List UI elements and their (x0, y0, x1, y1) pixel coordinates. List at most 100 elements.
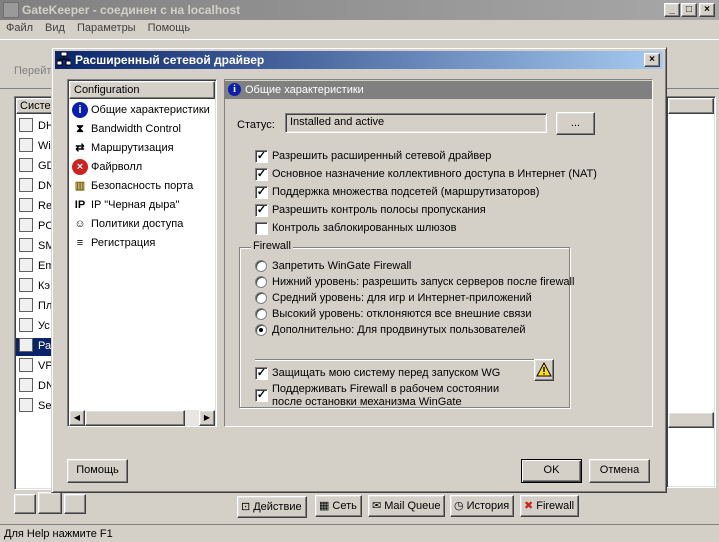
ok-button-label: OK (543, 464, 560, 476)
nav-item-label: Файрволл (91, 160, 143, 173)
bottom-tab-label: Действие (253, 501, 302, 513)
left-list-item[interactable]: Em (16, 258, 56, 276)
bottom-tab-label: История (466, 500, 510, 512)
status-label: Статус: (237, 119, 275, 131)
bottom-tab-label: Сеть (332, 500, 357, 512)
config-nav-list: i Общие характеристики ⧗ Bandwidth Control ⇄… (68, 102, 214, 402)
nav-item-label: Политики доступа (91, 217, 184, 230)
bottom-tab[interactable]: ◷ История (450, 495, 515, 517)
left-list-item[interactable]: DH (16, 118, 56, 136)
protect-label: Защищать мою систему перед запуском WG (272, 367, 501, 379)
left-list-item[interactable]: DN (16, 378, 56, 396)
firewall-level-radio[interactable] (255, 292, 267, 304)
cancel-button[interactable]: Отмена (589, 459, 650, 483)
right-panel-header-2 (668, 412, 714, 428)
nav-item[interactable]: ≡ Регистрация (72, 235, 155, 253)
service-icon (19, 238, 33, 252)
left-list-item[interactable]: Se (16, 398, 56, 416)
bottom-tab[interactable]: ✖ Firewall (520, 495, 580, 517)
left-list-item[interactable]: SM (16, 238, 56, 256)
menu-help[interactable]: Помощь (142, 20, 197, 36)
warning-button[interactable] (534, 359, 554, 381)
menu-file[interactable]: Файл (0, 20, 39, 36)
menu-view[interactable]: Вид (39, 20, 71, 36)
option-checkbox[interactable]: ✓ (255, 186, 268, 199)
nav-item-label: Общие характеристики (91, 103, 210, 116)
mail-icon: ✉ (372, 500, 382, 512)
nav-item[interactable]: IP IP "Черная дыра" (72, 197, 180, 215)
nav-item[interactable]: ▥ Безопасность порта (72, 178, 193, 196)
left-list-item[interactable]: Пл (16, 298, 56, 316)
nav-item[interactable]: ⧗ Bandwidth Control (72, 121, 181, 139)
left-list-item[interactable]: DN (16, 178, 56, 196)
left-list-item[interactable]: PO (16, 218, 56, 236)
option-checkbox[interactable]: ✓ (255, 150, 268, 163)
bottom-tab[interactable]: ✉ Mail Queue (368, 495, 446, 517)
dialog-title: Расширенный сетевой драйвер (75, 53, 265, 67)
service-icon (19, 358, 33, 372)
firewall-level-radio[interactable] (255, 276, 267, 288)
service-icon (19, 178, 33, 192)
left-list-item[interactable]: Re (16, 198, 56, 216)
network-driver-dialog: Расширенный сетевой драйвер × Configurat… (51, 47, 667, 493)
scroll-left-button[interactable]: ◀ (69, 410, 85, 426)
nav-item[interactable]: ⇄ Маршрутизация (72, 140, 173, 158)
protect-checkbox[interactable]: ✓ (255, 367, 268, 380)
scroll-thumb[interactable] (85, 410, 185, 426)
service-icon (19, 318, 33, 332)
scroll-right-button[interactable]: ▶ (199, 410, 215, 426)
bottom-tab-label: Firewall (536, 500, 575, 512)
minimize-button[interactable]: _ (664, 3, 680, 17)
right-panel-header (668, 98, 714, 114)
option-checkbox[interactable] (255, 222, 268, 235)
firewall-level-radio[interactable] (255, 308, 267, 320)
firewall-level-label: Средний уровень: для игр и Интернет-прил… (272, 292, 532, 304)
section-title: Общие характеристики (245, 84, 364, 96)
nav-scrollbar[interactable]: ◀ ▶ (69, 410, 215, 426)
menu-options[interactable]: Параметры (71, 20, 142, 36)
window-title: GateKeeper - соединен с на localhost (22, 3, 241, 17)
bottom-tab[interactable]: ▦ Сеть (315, 495, 362, 517)
log-icon: ≡ (72, 235, 88, 251)
left-panel-header: Систем (16, 98, 56, 114)
left-tab-1[interactable] (14, 494, 36, 514)
status-details-button[interactable]: ... (556, 112, 595, 135)
left-tab-2[interactable] (38, 492, 62, 514)
bottom-tab[interactable]: ⊡ Действие (237, 496, 307, 518)
firewall-divider (255, 359, 535, 361)
maximize-button[interactable]: □ (681, 3, 697, 17)
ok-button[interactable]: OK (521, 459, 582, 483)
left-list-item[interactable]: VP (16, 358, 56, 376)
nav-item[interactable]: ☺ Политики доступа (72, 216, 183, 234)
network-icon: ▦ (319, 500, 330, 512)
firewall-level-label: Высокий уровень: отклоняются все внешние… (272, 308, 532, 320)
info-icon: i (72, 102, 88, 118)
left-list-item[interactable]: GD (16, 158, 56, 176)
dialog-title-bar: Расширенный сетевой драйвер (55, 51, 663, 69)
settings-panel: Общие характеристики i Статус: Installed… (224, 79, 653, 427)
close-button[interactable]: × (699, 3, 715, 17)
nav-item[interactable]: × Файрволл (72, 159, 142, 177)
left-tab-3[interactable] (64, 494, 86, 514)
firewall-level-label: Нижний уровень: разрешить запуск серверо… (272, 276, 575, 288)
firewall-level-radio[interactable] (255, 260, 267, 272)
protect-checkmark: ✓ (256, 367, 267, 379)
option-checkbox[interactable]: ✓ (255, 168, 268, 181)
left-list-item-label: Wi (38, 140, 51, 152)
nav-item[interactable]: i Общие характеристики (72, 102, 210, 120)
bandwidth-icon: ⧗ (76, 123, 84, 135)
left-list-item[interactable]: Ра (16, 338, 56, 356)
help-button[interactable]: Помощь (67, 459, 128, 483)
firewall-level-radio[interactable] (255, 324, 267, 336)
toolbar-go-label[interactable]: Перейт (14, 65, 51, 77)
left-list-item[interactable]: Ус (16, 318, 56, 336)
keep-running-checkbox[interactable]: ✓ (255, 389, 268, 402)
firewall-icon: ✖ (524, 500, 534, 512)
left-list-item[interactable]: Кэ (16, 278, 56, 296)
dialog-close-button[interactable]: × (644, 53, 660, 67)
left-list-item[interactable]: Wi (16, 138, 56, 156)
status-value: Installed and active (290, 116, 385, 128)
option-checkbox[interactable]: ✓ (255, 204, 268, 217)
service-icon (19, 158, 33, 172)
keep-running-label-1: Поддерживать Firewall в рабочем состояни… (272, 383, 500, 395)
